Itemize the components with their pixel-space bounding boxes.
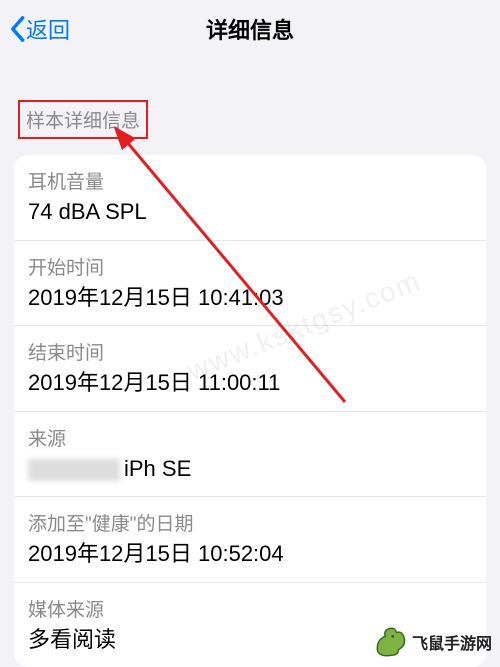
details-card: 耳机音量 74 dBA SPL 开始时间 2019年12月15日 10:41:0… [14,155,486,667]
squirrel-icon [370,623,408,661]
row-label: 开始时间 [28,253,472,280]
redacted-name [28,459,120,481]
chevron-left-icon [8,15,26,43]
row-value: 2019年12月15日 11:00:11 [28,369,472,397]
row-added-date[interactable]: 添加至"健康"的日期 2019年12月15日 10:52:04 [14,497,486,583]
row-source[interactable]: 来源 iPh SE [14,412,486,498]
row-value: 2019年12月15日 10:41:03 [28,284,472,312]
row-start-time[interactable]: 开始时间 2019年12月15日 10:41:03 [14,241,486,327]
row-label: 添加至"健康"的日期 [28,509,472,536]
row-label: 结束时间 [28,338,472,365]
section-header: 样本详细信息 [0,58,500,149]
navigation-bar: 返回 详细信息 [0,0,500,58]
annotation-highlight-box: 样本详细信息 [18,100,148,139]
row-value: 2019年12月15日 10:52:04 [28,540,472,568]
row-headphone-volume[interactable]: 耳机音量 74 dBA SPL [14,155,486,241]
source-device: iPh SE [124,456,191,481]
page-title: 详细信息 [206,13,294,45]
row-label: 来源 [28,424,472,451]
footer-logo: 飞鼠手游网 [370,623,492,661]
row-label: 媒体来源 [28,595,472,622]
row-label: 耳机音量 [28,167,472,194]
back-label: 返回 [26,13,70,45]
back-button[interactable]: 返回 [8,13,70,45]
footer-logo-text: 飞鼠手游网 [412,630,492,654]
row-value: 74 dBA SPL [28,198,472,226]
row-value: iPh SE [28,455,472,483]
section-header-text: 样本详细信息 [26,111,140,132]
row-end-time[interactable]: 结束时间 2019年12月15日 11:00:11 [14,326,486,412]
